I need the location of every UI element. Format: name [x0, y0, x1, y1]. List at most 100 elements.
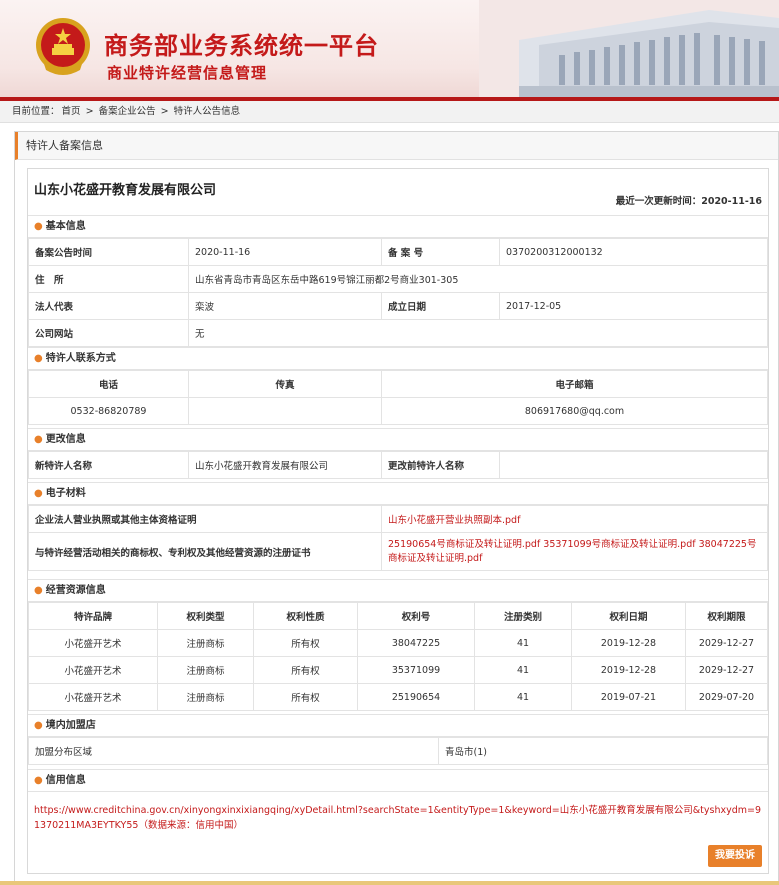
cell: 41 [474, 683, 572, 711]
section-materials-title: 电子材料 [45, 488, 86, 499]
table-row: 法人代表 栾波 成立日期 2017-12-05 [28, 292, 768, 320]
cell: 2029-12-27 [685, 629, 768, 657]
bullet-icon: ● [34, 353, 43, 364]
license-label: 企业法人营业执照或其他主体资格证明 [28, 505, 382, 533]
table-row: 与特许经营活动相关的商标权、专利权及其他经营资源的注册证书 25190654号商… [28, 532, 768, 571]
last-update-label: 最近一次更新时间： [615, 196, 702, 207]
table-row: 小花盛开艺术 注册商标 所有权 25190654 41 2019-07-21 2… [28, 683, 768, 711]
section-basic-info-title: 基本信息 [45, 221, 86, 232]
bullet-icon: ● [34, 775, 43, 786]
company-name: 山东小花盛开教育发展有限公司 [34, 183, 217, 198]
table-row: 公司网站 无 [28, 319, 768, 347]
new-name-value: 山东小花盛开教育发展有限公司 [188, 451, 382, 479]
table-row: 新特许人名称 山东小花盛开教育发展有限公司 更改前特许人名称 [28, 451, 768, 479]
col-reg-class: 注册类别 [474, 602, 572, 630]
record-detail: 山东小花盛开教育发展有限公司 最近一次更新时间：2020-11-16 ● 基本信息… [27, 168, 769, 874]
col-right-type: 权利类型 [157, 602, 254, 630]
section-change-title: 更改信息 [45, 434, 86, 445]
section-resources-title: 经营资源信息 [45, 585, 106, 596]
store-region-label: 加盟分布区域 [28, 737, 439, 765]
cell: 2019-12-28 [571, 656, 686, 684]
phone-header: 电话 [28, 370, 189, 398]
cell: 41 [474, 629, 572, 657]
col-right-no: 权利号 [357, 602, 475, 630]
site-subtitle: 商业特许经营信息管理 [107, 64, 268, 82]
table-row: 企业法人营业执照或其他主体资格证明 山东小花盛开营业执照副本.pdf [28, 505, 768, 533]
cell: 注册商标 [157, 683, 254, 711]
new-name-label: 新特许人名称 [28, 451, 189, 479]
table-row: 备案公告时间 2020-11-16 备 案 号 0370200312000132 [28, 238, 768, 266]
breadcrumb-separator: > [160, 106, 169, 117]
bullet-icon: ● [34, 720, 43, 731]
table-row: 住 所 山东省青岛市青岛区东岳中路619号锦江丽都2号商业301-305 [28, 265, 768, 293]
site-header: 商务部业务系统统一平台 商业特许经营信息管理 [0, 0, 779, 97]
credit-info: https://www.creditchina.gov.cn/xinyongxi… [34, 803, 764, 833]
panel-title: 特许人备案信息 [15, 132, 778, 160]
founded-label: 成立日期 [381, 292, 500, 320]
email-value: 806917680@qq.com [381, 397, 768, 425]
materials-table: 企业法人营业执照或其他主体资格证明 山东小花盛开营业执照副本.pdf 与特许经营… [28, 505, 768, 571]
address-label: 住 所 [28, 265, 189, 293]
bullet-icon: ● [34, 585, 43, 596]
cell: 所有权 [253, 656, 358, 684]
bullet-icon: ● [34, 221, 43, 232]
section-contact-title: 特许人联系方式 [45, 353, 116, 364]
cell: 38047225 [357, 629, 475, 657]
ip-cert-file-links[interactable]: 25190654号商标证及转让证明.pdf 35371099号商标证及转让证明.… [381, 532, 768, 571]
cell: 2029-12-27 [685, 656, 768, 684]
breadcrumb-home-link[interactable]: 首页 [62, 106, 81, 117]
email-header: 电子邮箱 [381, 370, 768, 398]
bullet-icon: ● [34, 488, 43, 499]
table-row: 特许品牌 权利类型 权利性质 权利号 注册类别 权利日期 权利期限 [28, 602, 768, 630]
license-file-link[interactable]: 山东小花盛开营业执照副本.pdf [381, 505, 768, 533]
cell: 35371099 [357, 656, 475, 684]
section-contact: ● 特许人联系方式 [28, 347, 768, 370]
cell: 所有权 [253, 683, 358, 711]
cell: 注册商标 [157, 656, 254, 684]
section-stores: ● 境内加盟店 [28, 714, 768, 737]
table-row: 加盟分布区域 青岛市(1) [28, 737, 768, 765]
cell: 2029-07-20 [685, 683, 768, 711]
col-right-date: 权利日期 [571, 602, 686, 630]
announce-time-label: 备案公告时间 [28, 238, 189, 266]
table-row: 小花盛开艺术 注册商标 所有权 35371099 41 2019-12-28 2… [28, 656, 768, 684]
announce-time-value: 2020-11-16 [188, 238, 382, 266]
change-table: 新特许人名称 山东小花盛开教育发展有限公司 更改前特许人名称 [28, 451, 768, 479]
breadcrumb: 目前位置： 首页 > 备案企业公告 > 特许人公告信息 [0, 101, 779, 123]
cell: 注册商标 [157, 629, 254, 657]
resources-table: 特许品牌 权利类型 权利性质 权利号 注册类别 权利日期 权利期限 小花盛开艺术… [28, 602, 768, 711]
fax-value [188, 397, 382, 425]
last-update-value: 2020-11-16 [701, 196, 762, 207]
old-name-value [499, 451, 768, 479]
store-region-link[interactable]: 青岛市(1) [438, 737, 768, 765]
credit-source: （数据来源：信用中国） [138, 820, 243, 831]
ip-cert-label: 与特许经营活动相关的商标权、专利权及其他经营资源的注册证书 [28, 532, 382, 571]
section-basic-info: ● 基本信息 [28, 215, 768, 238]
website-value: 无 [188, 319, 768, 347]
cell: 所有权 [253, 629, 358, 657]
record-no-label: 备 案 号 [381, 238, 500, 266]
breadcrumb-prefix: 目前位置： [12, 106, 60, 117]
section-credit-title: 信用信息 [45, 775, 86, 786]
col-right-nature: 权利性质 [253, 602, 358, 630]
site-title: 商务部业务系统统一平台 [104, 31, 379, 60]
table-row: 0532-86820789 806917680@qq.com [28, 397, 768, 425]
section-credit: ● 信用信息 [28, 769, 768, 792]
basic-info-table: 备案公告时间 2020-11-16 备 案 号 0370200312000132… [28, 238, 768, 347]
cell: 2019-07-21 [571, 683, 686, 711]
section-materials: ● 电子材料 [28, 482, 768, 505]
old-name-label: 更改前特许人名称 [381, 451, 500, 479]
legal-rep-value: 栾波 [188, 292, 382, 320]
breadcrumb-announcement-link[interactable]: 备案企业公告 [99, 106, 156, 117]
col-right-term: 权利期限 [685, 602, 768, 630]
cell: 小花盛开艺术 [28, 656, 158, 684]
table-row: 电话 传真 电子邮箱 [28, 370, 768, 398]
complaint-button[interactable]: 我要投诉 [708, 845, 762, 867]
bullet-icon: ● [34, 434, 43, 445]
col-brand: 特许品牌 [28, 602, 158, 630]
cell: 41 [474, 656, 572, 684]
section-stores-title: 境内加盟店 [45, 720, 96, 731]
table-row: 小花盛开艺术 注册商标 所有权 38047225 41 2019-12-28 2… [28, 629, 768, 657]
fax-header: 传真 [188, 370, 382, 398]
breadcrumb-current: 特许人公告信息 [173, 106, 241, 117]
